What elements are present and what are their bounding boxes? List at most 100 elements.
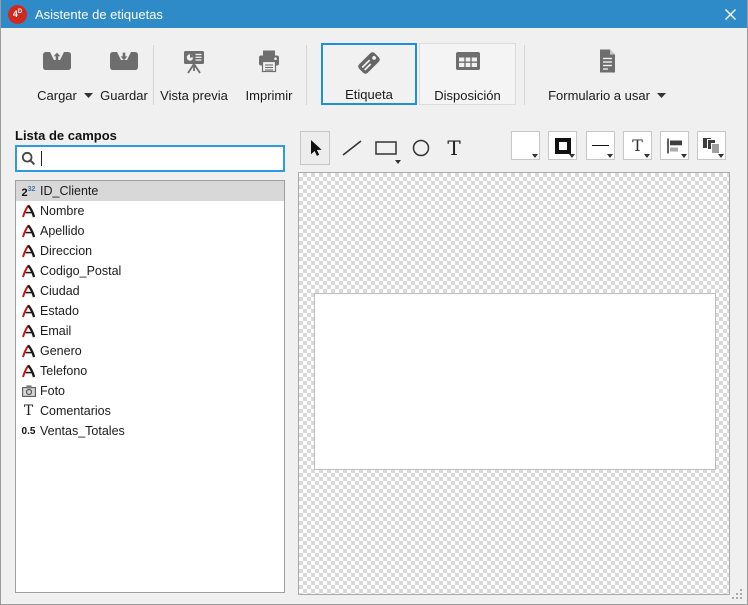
alpha-field-icon: [18, 223, 39, 239]
text-caret: [41, 151, 42, 166]
list-item[interactable]: 232 T 0.5 Direccion: [16, 241, 284, 261]
list-item[interactable]: 232 T 0.5 Foto: [16, 381, 284, 401]
label-design-canvas[interactable]: [298, 172, 730, 595]
list-item[interactable]: 232 T 0.5 Nombre: [16, 201, 284, 221]
border-color-swatch: [555, 138, 571, 154]
guardar-button[interactable]: Guardar: [93, 44, 155, 104]
alpha-field-icon: [18, 303, 39, 319]
list-item[interactable]: 232 T 0.5 Telefono: [16, 361, 284, 381]
resize-grip[interactable]: [732, 589, 743, 600]
layout-grid-icon: [455, 44, 481, 78]
alpha-field-icon: [18, 283, 39, 299]
fill-color-button[interactable]: [511, 131, 540, 160]
load-tray-icon: [42, 44, 72, 78]
cursor-arrow-icon: [307, 139, 323, 158]
dropdown-arrow-icon: [681, 154, 687, 158]
toolbar-separator: [153, 45, 154, 105]
list-item[interactable]: 232 T 0.5 ID_Cliente: [16, 181, 284, 201]
arrange-layers-icon: [702, 137, 721, 155]
field-list[interactable]: 232 T 0.5 ID_Cliente 232: [15, 180, 285, 593]
dropdown-arrow-icon: [569, 154, 575, 158]
alpha-field-icon: [18, 363, 39, 379]
font-icon: T: [632, 138, 643, 154]
list-item[interactable]: 232 T 0.5 Email: [16, 321, 284, 341]
vista-previa-button[interactable]: Vista previa: [161, 44, 227, 104]
alpha-field-icon: [18, 243, 39, 259]
imprimir-button[interactable]: Imprimir: [239, 44, 299, 104]
window-title: Asistente de etiquetas: [35, 7, 163, 22]
tab-disposicion[interactable]: Disposición: [419, 43, 516, 105]
line-width-icon: [592, 145, 609, 146]
field-name: Ciudad: [40, 284, 80, 298]
field-name: ID_Cliente: [40, 184, 98, 198]
text-field-icon: T: [18, 403, 39, 419]
arrange-button[interactable]: [697, 131, 726, 160]
dropdown-arrow-icon: [84, 93, 93, 98]
dropdown-arrow-icon: [657, 93, 666, 98]
dropdown-arrow-icon: [644, 154, 650, 158]
search-icon: [21, 151, 36, 166]
field-name: Nombre: [40, 204, 84, 218]
guardar-label: Guardar: [100, 88, 148, 103]
align-icon: [666, 138, 684, 154]
select-tool[interactable]: [300, 131, 330, 165]
preview-screen-icon: [181, 44, 207, 78]
rectangle-tool[interactable]: [370, 131, 402, 165]
title-bar[interactable]: 4D Asistente de etiquetas: [0, 0, 748, 28]
toolbar-separator: [306, 45, 307, 105]
field-name: Foto: [40, 384, 65, 398]
field-name: Genero: [40, 344, 82, 358]
align-button[interactable]: [660, 131, 689, 160]
line-width-button[interactable]: [586, 131, 615, 160]
list-item[interactable]: 232 T 0.5 Comentarios: [16, 401, 284, 421]
field-search-box[interactable]: [15, 145, 285, 172]
list-item[interactable]: 232 T 0.5 Codigo_Postal: [16, 261, 284, 281]
text-tool[interactable]: T: [439, 131, 469, 165]
formulario-a-usar-button[interactable]: Formulario a usar: [537, 44, 677, 104]
printer-icon: [256, 44, 282, 78]
field-name: Apellido: [40, 224, 84, 238]
field-name: Estado: [40, 304, 79, 318]
tag-icon: [353, 45, 385, 79]
search-input[interactable]: [36, 147, 279, 170]
list-item[interactable]: 232 T 0.5 Apellido: [16, 221, 284, 241]
field-name: Comentarios: [40, 404, 111, 418]
alpha-field-icon: [18, 203, 39, 219]
label-area[interactable]: [314, 293, 716, 470]
form-document-icon: [597, 44, 617, 78]
label-wizard-window: 4D Asistente de etiquetas Cargar: [0, 0, 748, 605]
close-button[interactable]: [710, 0, 748, 28]
alpha-field-icon: [18, 263, 39, 279]
fields-panel-title: Lista de campos: [15, 128, 117, 143]
close-icon: [725, 9, 736, 20]
line-tool[interactable]: [337, 131, 367, 165]
dropdown-arrow-icon: [532, 154, 538, 158]
etiqueta-label: Etiqueta: [345, 87, 393, 102]
alpha-field-icon: [18, 343, 39, 359]
dropdown-arrow-icon: [607, 154, 613, 158]
field-name: Codigo_Postal: [40, 264, 121, 278]
text-tool-icon: T: [447, 138, 460, 158]
rectangle-icon: [375, 141, 397, 155]
cargar-label: Cargar: [37, 88, 77, 103]
save-tray-icon: [109, 44, 139, 78]
list-item[interactable]: 232 T 0.5 Estado: [16, 301, 284, 321]
list-item[interactable]: 232 T 0.5 Genero: [16, 341, 284, 361]
real-field-icon: 0.5: [18, 423, 39, 439]
dropdown-arrow-icon: [718, 154, 724, 158]
border-color-button[interactable]: [548, 131, 577, 160]
picture-field-icon: [18, 383, 39, 399]
ellipse-icon: [412, 139, 430, 157]
field-name: Direccion: [40, 244, 92, 258]
ellipse-tool[interactable]: [406, 131, 436, 165]
list-item[interactable]: 232 T 0.5 Ciudad: [16, 281, 284, 301]
tab-etiqueta[interactable]: Etiqueta: [321, 43, 417, 105]
list-item[interactable]: 232 T 0.5 Ventas_Totales: [16, 421, 284, 441]
disposicion-label: Disposición: [434, 88, 500, 103]
alpha-field-icon: [18, 323, 39, 339]
formulario-label: Formulario a usar: [548, 88, 650, 103]
4d-logo-icon: 4D: [8, 5, 27, 24]
font-button[interactable]: T: [623, 131, 652, 160]
field-name: Telefono: [40, 364, 87, 378]
line-icon: [341, 139, 363, 157]
